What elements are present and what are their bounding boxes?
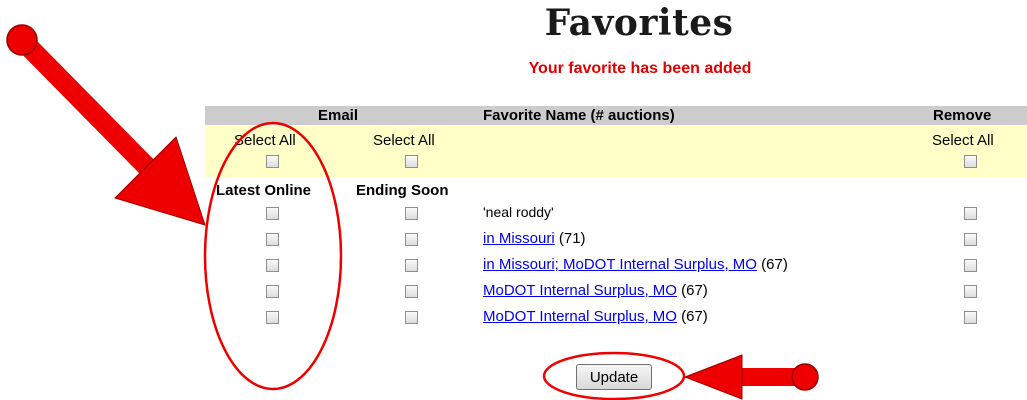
auction-count: (67) [681, 308, 708, 325]
success-message: Your favorite has been added [528, 60, 752, 77]
remove-checkbox[interactable] [964, 207, 977, 220]
email-column-header: Email [318, 107, 359, 124]
select-all-latest-label: Select All [234, 132, 296, 149]
select-all-bar [205, 125, 1027, 177]
select-all-remove-checkbox[interactable] [964, 155, 977, 168]
annotation-arrow-line [12, 30, 162, 182]
latest-online-header: Latest Online [216, 182, 312, 199]
ending-soon-checkbox[interactable] [405, 311, 418, 324]
ending-soon-checkbox[interactable] [405, 259, 418, 272]
favorite-link[interactable]: in Missouri; MoDOT Internal Surplus, MO [483, 256, 757, 273]
ending-soon-checkbox[interactable] [405, 233, 418, 246]
annotation-arrow-head [683, 354, 743, 400]
auction-count: (67) [681, 282, 708, 299]
favorite-link[interactable]: MoDOT Internal Surplus, MO [483, 282, 677, 299]
remove-checkbox[interactable] [964, 311, 977, 324]
select-all-latest-checkbox[interactable] [266, 155, 279, 168]
remove-column-header: Remove [933, 107, 992, 124]
favorite-name-text: 'neal roddy' [483, 204, 554, 220]
latest-online-checkbox[interactable] [266, 207, 279, 220]
latest-online-checkbox[interactable] [266, 259, 279, 272]
select-all-remove-label: Select All [932, 132, 994, 149]
latest-online-checkbox[interactable] [266, 311, 279, 324]
favorite-link[interactable]: MoDOT Internal Surplus, MO [483, 308, 677, 325]
auction-count: (71) [558, 230, 586, 247]
latest-online-checkbox[interactable] [266, 285, 279, 298]
favorite-name-column-header: Favorite Name (# auctions) [483, 107, 675, 124]
ending-soon-checkbox[interactable] [405, 207, 418, 220]
page-title: Favorites [544, 2, 734, 44]
annotation-arrow-head [114, 136, 206, 226]
favorite-link[interactable]: in Missouri [483, 230, 555, 247]
ending-soon-checkbox[interactable] [405, 285, 418, 298]
auction-count: (67) [761, 256, 788, 273]
annotation-dot [791, 363, 819, 391]
latest-online-checkbox[interactable] [266, 233, 279, 246]
select-all-ending-label: Select All [373, 132, 435, 149]
remove-checkbox[interactable] [964, 285, 977, 298]
ending-soon-header: Ending Soon [356, 182, 449, 199]
remove-checkbox[interactable] [964, 233, 977, 246]
annotation-dot [6, 24, 38, 56]
remove-checkbox[interactable] [964, 259, 977, 272]
select-all-ending-checkbox[interactable] [405, 155, 418, 168]
update-button[interactable]: Update [576, 364, 652, 390]
